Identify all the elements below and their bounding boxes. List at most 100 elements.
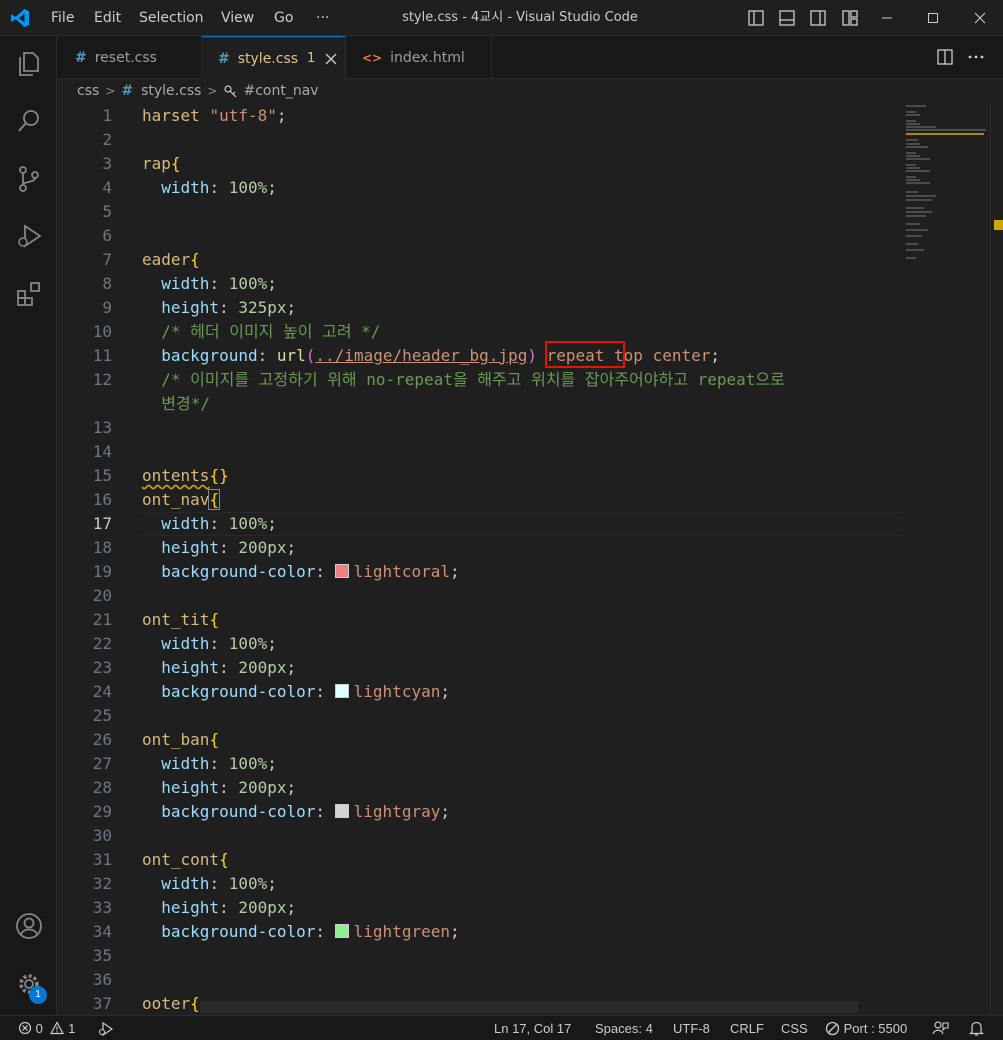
warning-count: 1 xyxy=(68,1021,76,1036)
code-line: 4 width: 100%; xyxy=(102,178,277,197)
code-line: 28 height: 200px; xyxy=(92,778,297,797)
eol-status[interactable]: CRLF xyxy=(730,1016,764,1040)
code-line: 27 width: 100%; xyxy=(92,754,277,773)
code-line-current: 17 width: 100%; xyxy=(57,512,1003,536)
menu-view[interactable]: View xyxy=(221,0,254,36)
toggle-primary-sidebar-icon[interactable] xyxy=(747,9,765,27)
cursor-position[interactable]: Ln 17, Col 17 xyxy=(494,1016,571,1040)
code-line: 34 background-color: lightgreen; xyxy=(92,922,460,941)
horizontal-scrollbar[interactable] xyxy=(200,1001,858,1013)
code-line: 6 xyxy=(102,226,112,245)
code-line: 22 width: 100%; xyxy=(92,634,277,653)
css-file-icon: # xyxy=(75,49,87,66)
tab-label: index.html xyxy=(390,49,465,66)
close-window-button[interactable] xyxy=(957,0,1003,36)
manage-update-badge: 1 xyxy=(29,986,47,1004)
code-line: 26 ont_ban{ xyxy=(92,730,220,749)
title-bar: File Edit Selection View Go ··· style.cs… xyxy=(0,0,1003,36)
breadcrumb-folder[interactable]: css xyxy=(77,83,99,99)
code-line: 15 ontents{} xyxy=(92,466,229,485)
html-file-icon: <> xyxy=(362,50,383,65)
css-file-icon: # xyxy=(218,50,230,67)
port-blocked-icon xyxy=(825,1021,840,1036)
live-server-status[interactable]: Port : 5500 xyxy=(825,1016,907,1040)
color-swatch[interactable] xyxy=(334,684,349,698)
breadcrumb-file[interactable]: style.css xyxy=(141,83,201,99)
window-title: style.css - 4교시 - Visual Studio Code xyxy=(402,10,638,25)
error-icon xyxy=(18,1021,32,1035)
color-swatch[interactable] xyxy=(334,804,349,818)
code-line: 31 ont_cont{ xyxy=(92,850,229,869)
code-line: 16 ont_nav{ xyxy=(92,489,221,510)
code-line: 25 xyxy=(92,706,112,725)
extensions-icon[interactable] xyxy=(14,279,44,309)
toggle-secondary-sidebar-icon[interactable] xyxy=(809,9,827,27)
code-line: 7 eader{ xyxy=(102,250,200,269)
code-line: 11 background: url(../image/header_bg.jp… xyxy=(92,346,720,365)
code-line: 21 ont_tit{ xyxy=(92,610,220,629)
breadcrumb-symbol[interactable]: #cont_nav xyxy=(243,83,318,99)
code-line: 33 height: 200px; xyxy=(92,898,297,917)
maximize-icon xyxy=(928,13,938,23)
minimap[interactable] xyxy=(906,103,991,283)
port-label: Port : 5500 xyxy=(843,1021,908,1036)
close-icon xyxy=(974,12,986,24)
error-count: 0 xyxy=(35,1021,43,1036)
indentation-status[interactable]: Spaces: 4 xyxy=(595,1016,653,1040)
encoding-status[interactable]: UTF-8 xyxy=(673,1016,710,1040)
css-file-icon: # xyxy=(121,83,134,99)
customize-layout-icon[interactable] xyxy=(841,9,859,27)
code-line: 24 background-color: lightcyan; xyxy=(92,682,450,701)
tab-index-html[interactable]: <> index.html xyxy=(346,36,492,79)
vertical-scrollbar[interactable] xyxy=(990,103,1003,1015)
tab-style-css[interactable]: # style.css 1 xyxy=(202,36,346,80)
chevron-right-icon: > xyxy=(207,84,218,98)
vscode-logo-icon xyxy=(11,9,29,27)
code-editor[interactable]: 1 harset "utf-8"; 2 3 rap{ 4 width: 100%; … xyxy=(57,103,1003,1015)
more-actions-icon[interactable] xyxy=(967,48,985,66)
language-mode[interactable]: CSS xyxy=(781,1016,808,1040)
code-line: 9 height: 325px; xyxy=(102,298,297,317)
code-line: 32 width: 100%; xyxy=(92,874,277,893)
tab-label: style.css xyxy=(237,50,299,67)
notifications-bell-icon[interactable] xyxy=(968,1020,985,1037)
accounts-icon[interactable] xyxy=(14,911,44,941)
code-line: 20 xyxy=(92,586,112,605)
search-icon[interactable] xyxy=(14,106,44,136)
chevron-right-icon: > xyxy=(105,84,116,98)
minimize-button[interactable] xyxy=(864,0,910,36)
code-line: 23 height: 200px; xyxy=(92,658,297,677)
color-swatch[interactable] xyxy=(334,564,349,578)
run-and-debug-icon[interactable] xyxy=(14,221,44,251)
menu-selection[interactable]: Selection xyxy=(139,0,204,36)
explorer-icon[interactable] xyxy=(14,48,44,78)
menu-go[interactable]: Go xyxy=(274,0,293,36)
maximize-button[interactable] xyxy=(910,0,956,36)
code-line: 10 /* 헤더 이미지 높이 고려 */ xyxy=(92,322,381,341)
code-line: 12 /* 이미지를 고정하기 위해 no-repeat을 해주고 위치를 잡아… xyxy=(92,370,785,389)
breadcrumb: css > # style.css > #cont_nav xyxy=(57,79,1003,103)
close-tab-icon[interactable] xyxy=(325,53,337,65)
code-line: 35 xyxy=(92,946,112,965)
split-editor-icon[interactable] xyxy=(936,48,954,66)
feedback-icon[interactable] xyxy=(932,1020,949,1037)
tab-problem-count: 1 xyxy=(307,51,316,66)
menu-file[interactable]: File xyxy=(51,0,74,36)
annotation-highlight-box xyxy=(545,341,625,368)
symbol-key-icon xyxy=(224,85,237,98)
color-swatch[interactable] xyxy=(334,924,349,938)
tab-reset-css[interactable]: # reset.css xyxy=(57,36,202,79)
code-line: 14 xyxy=(92,442,112,461)
code-line: 29 background-color: lightgray; xyxy=(92,802,450,821)
code-line-wrap: 변경*/ xyxy=(161,394,210,413)
minimize-icon xyxy=(882,17,892,19)
menu-edit[interactable]: Edit xyxy=(94,0,121,36)
problems-status[interactable]: 0 1 xyxy=(18,1016,75,1040)
status-bar: 0 1 Ln 17, Col 17 Spaces: 4 UTF-8 CRLF C… xyxy=(0,1015,1003,1040)
code-line: 3 rap{ xyxy=(102,154,181,173)
debug-status-icon[interactable] xyxy=(97,1020,114,1037)
code-line: 8 width: 100%; xyxy=(102,274,277,293)
code-line: 13 xyxy=(92,418,112,437)
toggle-panel-icon[interactable] xyxy=(778,9,796,27)
source-control-icon[interactable] xyxy=(14,164,44,194)
